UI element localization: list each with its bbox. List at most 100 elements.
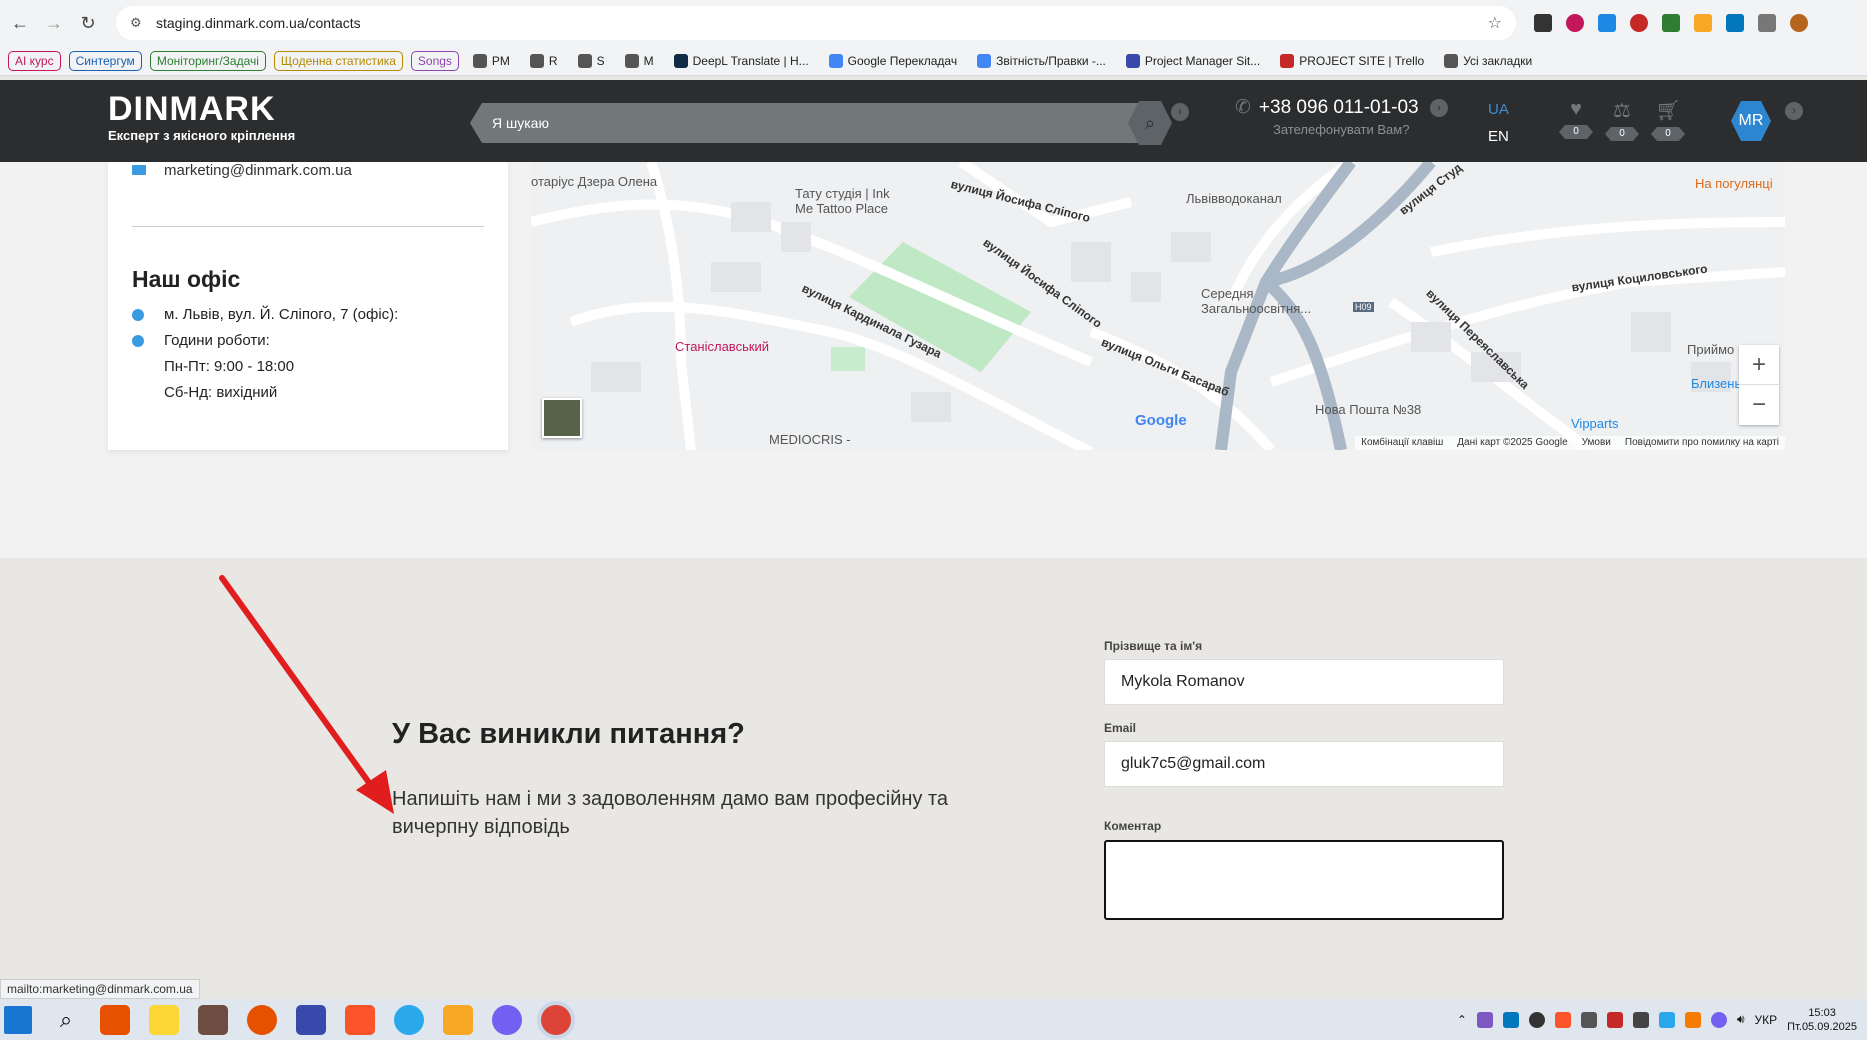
bookmark-label: AI курс [15, 53, 54, 68]
map-label: Станіславський [675, 339, 770, 354]
office-title: Наш офіс [132, 266, 241, 292]
bookmark-label: Усі закладки [1463, 53, 1533, 68]
bookmark-item[interactable]: Project Manager Sit... [1120, 51, 1266, 71]
phone-icon: ✆ [1235, 97, 1251, 118]
heart-icon: ♥ [1570, 98, 1582, 120]
bookmark-star-icon[interactable]: ☆ [1488, 13, 1502, 33]
green-extension-icon[interactable] [1662, 14, 1680, 32]
phone-block[interactable]: ✆ +38 096 011-01-03 Зателефонувати Вам? [1235, 96, 1419, 138]
taskbar: ⌕ ⌃ 🔊︎ УКР 15:03 Пт.05.09.2025 [0, 999, 1867, 1040]
bookmark-label: M [643, 53, 654, 68]
input-language[interactable]: УКР [1755, 1013, 1778, 1027]
bookmark-item[interactable]: S [572, 51, 611, 71]
ublock-extension-icon[interactable] [1566, 14, 1584, 32]
app-icon[interactable] [296, 1004, 326, 1035]
chevron-up-icon[interactable]: ⌃ [1457, 1013, 1467, 1027]
tray-icon[interactable] [1606, 1011, 1623, 1028]
map-label: Середня [1201, 286, 1254, 301]
tray-icon[interactable] [1528, 1011, 1545, 1028]
lang-ua[interactable]: UA [1488, 96, 1509, 123]
forward-icon[interactable]: → [40, 9, 68, 37]
windows-start-icon[interactable] [4, 1005, 32, 1034]
bookmark-item[interactable]: R [524, 51, 564, 71]
compare-button[interactable]: ⚖ 0 [1604, 98, 1640, 141]
compare-icon: ⚖ [1613, 100, 1631, 122]
bookmark-item[interactable]: Синтергум [68, 50, 142, 71]
brave-browser-icon[interactable] [345, 1004, 375, 1035]
sticky-notes-icon[interactable] [149, 1004, 179, 1035]
tray-icon[interactable] [1658, 1011, 1675, 1028]
name-field[interactable]: Mykola Romanov [1104, 659, 1504, 705]
tray-icon[interactable] [1684, 1011, 1701, 1028]
bookmark-item[interactable]: Щоденна статистика [273, 50, 403, 71]
comment-field[interactable] [1104, 840, 1504, 920]
bookmark-item[interactable]: DeepL Translate | H... [668, 51, 815, 71]
tray-icon[interactable] [1710, 1011, 1727, 1028]
telegram-icon[interactable] [394, 1004, 424, 1035]
google-logo: Google [1135, 412, 1187, 429]
phone-number: +38 096 011-01-03 [1258, 96, 1419, 118]
flag-extension-icon[interactable] [1694, 14, 1712, 32]
report-error-link[interactable]: Повідомити про помилку на карті [1625, 437, 1779, 449]
tray-icon[interactable] [1476, 1011, 1493, 1028]
bookmark-label: R [548, 53, 558, 68]
bookmark-favicon-icon [472, 53, 487, 68]
search-placeholder: Я шукаю [492, 115, 549, 131]
bookmark-label: Моніторинг/Задачі [156, 53, 259, 68]
contact-email-link[interactable]: marketing@dinmark.com.ua [164, 162, 352, 179]
file-explorer-icon[interactable] [443, 1004, 473, 1035]
logo-tagline: Експерт з якісного кріплення [108, 128, 296, 143]
viber-icon[interactable] [492, 1004, 522, 1035]
back-icon[interactable]: ← [6, 9, 34, 37]
arrow-right-icon: › [1785, 102, 1803, 120]
site-header: DINMARK Експерт з якісного кріплення Я ш… [0, 80, 1867, 162]
tray-icon[interactable] [1632, 1011, 1649, 1028]
bookmarks-bar: AI курс Синтергум Моніторинг/Задачі Щоденна… [0, 46, 1867, 76]
tray-icon[interactable] [1502, 1011, 1519, 1028]
zoom-in-button[interactable]: + [1739, 345, 1779, 385]
tray-icon[interactable] [1580, 1011, 1597, 1028]
red-extension-icon[interactable] [1630, 14, 1648, 32]
red-arrow-annotation [219, 575, 394, 814]
volume-icon[interactable]: 🔊︎ [1737, 1012, 1745, 1027]
keyboard-shortcuts-link[interactable]: Комбінації клавіш [1361, 437, 1443, 449]
tray-icon[interactable] [1554, 1011, 1571, 1028]
arrow-right-icon: › [1430, 99, 1448, 117]
bookmark-favicon-icon [624, 53, 639, 68]
bookmark-item[interactable]: AI курс [8, 50, 61, 71]
wishlist-button[interactable]: ♥ 0 [1558, 98, 1594, 139]
cart-button[interactable]: 🛒︎ 0 [1650, 98, 1686, 141]
reload-icon[interactable]: ↻ [74, 9, 102, 37]
clock[interactable]: 15:03 Пт.05.09.2025 [1787, 1006, 1857, 1034]
site-info-icon[interactable]: ⚙ [130, 15, 144, 31]
callback-link[interactable]: Зателефонувати Вам? [1273, 122, 1419, 137]
app-icon[interactable] [247, 1004, 277, 1035]
app-icon[interactable] [198, 1004, 228, 1035]
dinmark-logo[interactable]: DINMARK Експерт з якісного кріплення [108, 92, 295, 143]
image-extension-icon[interactable] [1534, 14, 1552, 32]
office-app-icon[interactable] [100, 1004, 130, 1035]
chrome-icon[interactable] [541, 1004, 571, 1035]
bookmark-item[interactable]: Google Перекладач [823, 51, 963, 71]
bookmark-item[interactable]: PM [467, 51, 516, 71]
lang-en[interactable]: EN [1488, 123, 1509, 150]
bookmark-item[interactable]: Звітність/Правки -... [971, 51, 1112, 71]
bookmark-item[interactable]: Songs [410, 50, 459, 71]
profile-avatar-icon[interactable] [1790, 14, 1808, 32]
zoom-out-button[interactable]: − [1739, 385, 1779, 425]
translate-extension-icon[interactable] [1598, 14, 1616, 32]
bookmark-item[interactable]: PROJECT SITE | Trello [1274, 51, 1430, 71]
bookmark-item[interactable]: Усі закладки [1438, 51, 1538, 71]
terms-link[interactable]: Умови [1582, 437, 1611, 449]
address-bar[interactable]: ⚙ staging.dinmark.com.ua/contacts ☆ [116, 6, 1516, 40]
browser-toolbar: ← → ↻ ⚙ staging.dinmark.com.ua/contacts … [0, 0, 1867, 46]
google-map[interactable]: отаріус Дзера Олена Тату студія | Ink Me… [531, 162, 1785, 450]
extensions-puzzle-icon[interactable] [1758, 14, 1776, 32]
search-input[interactable]: Я шукаю [470, 103, 1160, 143]
bookmark-item[interactable]: M [619, 51, 660, 71]
search-icon[interactable]: ⌕ [51, 1005, 81, 1035]
satellite-toggle[interactable] [542, 398, 582, 438]
bookmark-item[interactable]: Моніторинг/Задачі [149, 50, 266, 71]
email-field[interactable]: gluk7c5@gmail.com [1104, 741, 1504, 787]
blue-extension-icon[interactable] [1726, 14, 1744, 32]
